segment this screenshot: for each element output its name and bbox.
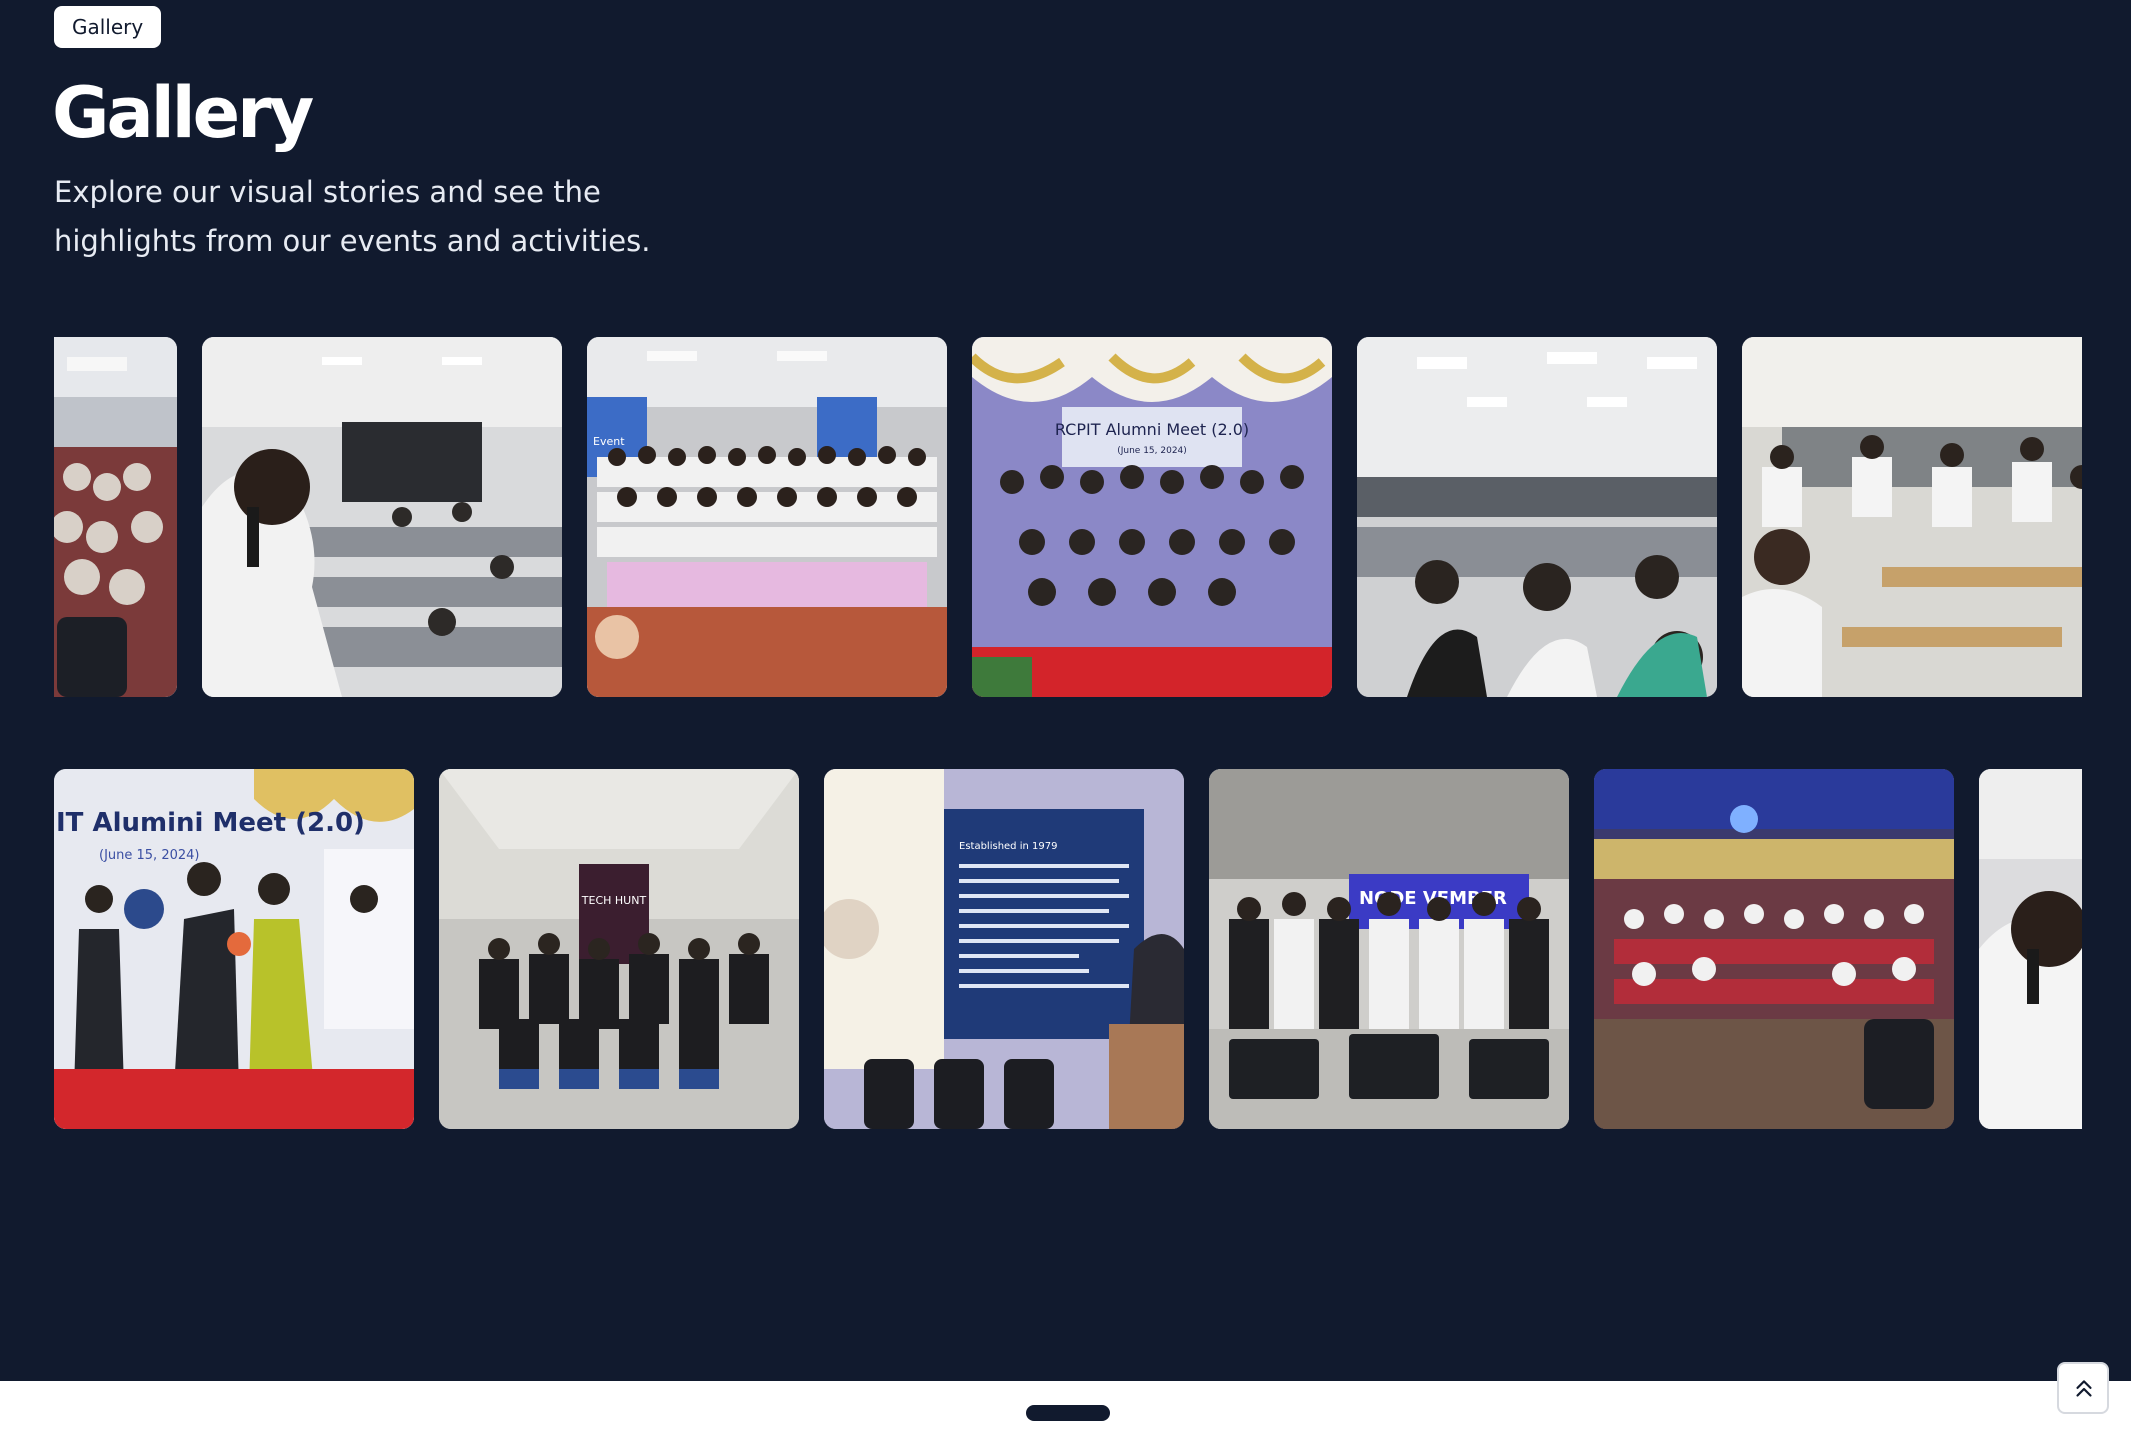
- alumni-meet-banner-date: (June 15, 2024): [99, 848, 199, 863]
- gallery-image[interactable]: [1357, 337, 1717, 697]
- computer-lab-speaker-photo: [202, 337, 562, 697]
- alumni-meet-date-text: (June 15, 2024): [1117, 446, 1187, 456]
- nodevember-team-photo: NODE VEMBER: [1209, 769, 1569, 1129]
- event-sign-text: Event: [593, 435, 625, 448]
- drag-handle[interactable]: [1026, 1405, 1110, 1421]
- speaker-microphone-photo: [1979, 769, 2082, 1129]
- auditorium-audience-photo: [1594, 769, 1954, 1129]
- gallery-image[interactable]: TECH HUNT: [439, 769, 799, 1129]
- gallery-page: Gallery Gallery Explore our visual stori…: [0, 0, 2131, 1438]
- tech-hunt-poster-text: TECH HUNT: [581, 894, 647, 907]
- gallery-image[interactable]: [1594, 769, 1954, 1129]
- alumni-meet-banner-text: IT Alumini Meet (2.0): [56, 808, 365, 838]
- education-society-presentation-photo: Established in 1979: [824, 769, 1184, 1129]
- presentation-slide-text: Established in 1979: [959, 841, 1057, 852]
- gallery-image[interactable]: IT Alumini Meet (2.0) (June 15, 2024): [54, 769, 414, 1129]
- gallery-image[interactable]: [54, 337, 177, 697]
- gallery-image[interactable]: [1742, 337, 2082, 697]
- auditorium-students-photo: [54, 337, 177, 697]
- page-subtitle: Explore our visual stories and see the h…: [54, 175, 651, 258]
- gallery-image[interactable]: [202, 337, 562, 697]
- gallery-row-2[interactable]: IT Alumini Meet (2.0) (June 15, 2024) TE…: [54, 769, 2082, 1129]
- alumni-meet-group-photo: RCPIT Alumni Meet (2.0) (June 15, 2024): [972, 337, 1332, 697]
- gallery-image[interactable]: RCPIT Alumni Meet (2.0) (June 15, 2024): [972, 337, 1332, 697]
- gallery-image[interactable]: NODE VEMBER: [1209, 769, 1569, 1129]
- gallery-image[interactable]: Established in 1979: [824, 769, 1184, 1129]
- gallery-image[interactable]: [1979, 769, 2082, 1129]
- computer-lab-students-photo: [1357, 337, 1717, 697]
- gallery-badge: Gallery: [54, 6, 162, 48]
- classroom-students-photo: [1742, 337, 2082, 697]
- bottom-bar: [0, 1381, 2131, 1438]
- scroll-to-top-button[interactable]: [2057, 1362, 2109, 1414]
- gallery-image[interactable]: Event: [587, 337, 947, 697]
- gallery-row-1[interactable]: Event RCPIT Alumni Meet (2.0) (June 15, …: [54, 337, 2082, 697]
- hackathon-group-photo: Event: [587, 337, 947, 697]
- alumni-meet-felicitation-photo: IT Alumini Meet (2.0) (June 15, 2024): [54, 769, 414, 1129]
- chevrons-up-icon: [2076, 1380, 2092, 1397]
- tech-hunt-team-photo: TECH HUNT: [439, 769, 799, 1129]
- page-title: Gallery: [52, 72, 314, 154]
- alumni-meet-sign-text: RCPIT Alumni Meet (2.0): [1055, 420, 1249, 439]
